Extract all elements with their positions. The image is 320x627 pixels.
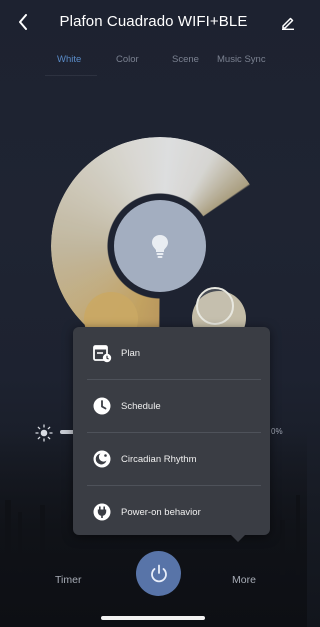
timer-button[interactable]: Timer <box>55 574 81 586</box>
clock-icon <box>91 395 113 417</box>
power-icon <box>150 564 167 582</box>
menu-item-label: Schedule <box>121 400 161 412</box>
mode-tabs: White Color Scene Music Sync <box>0 54 307 78</box>
tab-color[interactable]: Color <box>116 54 139 65</box>
more-button[interactable]: More <box>232 574 256 586</box>
menu-item-plan[interactable]: Plan <box>73 327 270 379</box>
more-popup-menu: Plan Schedule Circadian Rhythm Power-on … <box>73 327 270 535</box>
bulb-icon <box>152 235 168 258</box>
dial-handle[interactable] <box>196 287 234 325</box>
power-button[interactable] <box>136 551 181 596</box>
tab-scene[interactable]: Scene <box>172 54 199 65</box>
scenery-tree <box>296 495 300 575</box>
scenery-tree <box>40 505 45 570</box>
home-indicator[interactable] <box>101 616 205 620</box>
sun-icon <box>35 424 53 442</box>
device-title: Plafon Cuadrado WIFI+BLE <box>59 13 248 30</box>
menu-item-label: Circadian Rhythm <box>121 453 197 465</box>
scenery-tree <box>280 520 285 575</box>
device-control-screen: Plafon Cuadrado WIFI+BLE White Color Sce… <box>0 0 307 627</box>
menu-item-circadian-rhythm[interactable]: Circadian Rhythm <box>73 433 270 485</box>
menu-pointer-arrow <box>229 533 247 542</box>
menu-item-label: Power-on behavior <box>121 506 201 518</box>
scenery-tree <box>5 500 11 570</box>
color-temperature-dial[interactable] <box>51 137 269 355</box>
edit-pencil-icon <box>282 17 294 30</box>
power-plug-icon <box>91 501 113 523</box>
tab-music-sync[interactable]: Music Sync <box>217 54 266 65</box>
tab-underline <box>45 75 97 76</box>
edit-button[interactable] <box>277 12 299 34</box>
menu-item-power-on-behavior[interactable]: Power-on behavior <box>73 486 270 538</box>
circadian-moon-icon <box>91 448 113 470</box>
brightness-percent: 0% <box>271 427 283 436</box>
menu-item-schedule[interactable]: Schedule <box>73 380 270 432</box>
dial-center-preview <box>114 200 206 292</box>
plan-calendar-icon <box>91 342 113 364</box>
menu-item-label: Plan <box>121 347 141 359</box>
tab-white[interactable]: White <box>57 54 81 65</box>
scenery-tree <box>18 512 22 572</box>
